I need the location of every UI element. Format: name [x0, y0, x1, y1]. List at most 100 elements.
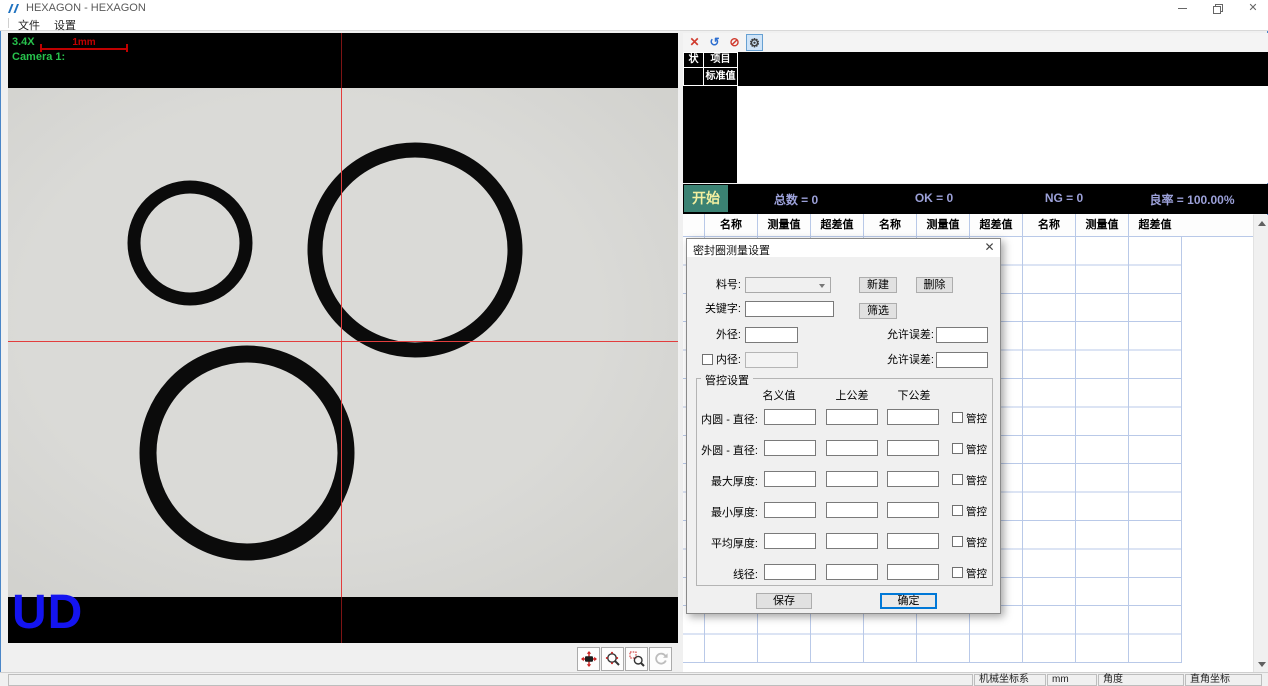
nominal-input[interactable]	[764, 533, 816, 549]
upper-tol-col-header: 上公差	[822, 387, 882, 403]
lower-tolerance-input[interactable]	[887, 502, 939, 518]
standards-status-header: 状态	[683, 52, 704, 68]
results-col-header: 测量值	[916, 214, 969, 237]
lower-tolerance-input[interactable]	[887, 471, 939, 487]
tolerance-row: 外圆 - 直径: 管控	[696, 440, 993, 458]
maximize-button[interactable]	[1203, 1, 1233, 15]
lower-tolerance-input[interactable]	[887, 440, 939, 456]
nominal-input[interactable]	[764, 502, 816, 518]
ng-count-stat: NG = 0	[1045, 191, 1083, 205]
camera-toolbar	[576, 647, 672, 672]
control-checkbox-label: 管控	[966, 535, 987, 550]
tolerance-row-label: 外圆 - 直径:	[696, 442, 758, 458]
close-icon[interactable]: ✕	[686, 34, 703, 51]
delete-button[interactable]: 删除	[916, 277, 953, 293]
seal-measure-settings-dialog: 密封圈测量设置 ✕ 料号: 新建 删除 关键字: 筛选 外径: 允许误差: 内径…	[686, 238, 1001, 614]
control-checkbox-label: 管控	[966, 442, 987, 457]
measured-rings	[8, 33, 678, 643]
run-bar: 开始 总数 = 0 OK = 0 NG = 0 良率 = 100.00%	[683, 184, 1268, 214]
inner-tolerance-input[interactable]	[936, 352, 988, 368]
nominal-input[interactable]	[764, 564, 816, 580]
results-col-header: 名称	[704, 214, 757, 237]
status-rect-coords: 直角坐标	[1185, 674, 1262, 686]
zoom-fit-icon	[605, 651, 621, 667]
refresh-view-button[interactable]	[649, 647, 672, 671]
magnification-label: 3.4X	[12, 36, 35, 48]
results-col-header: 测量值	[1075, 214, 1128, 237]
crosshair-vertical	[341, 597, 342, 643]
start-button[interactable]: 开始	[684, 185, 728, 212]
status-bar: 机械坐标系 mm 角度 直角坐标	[0, 672, 1268, 686]
nominal-input[interactable]	[764, 471, 816, 487]
status-panel-empty	[8, 674, 973, 686]
save-button[interactable]: 保存	[756, 593, 812, 609]
zoom-fit-button[interactable]	[601, 647, 624, 671]
outer-diameter-input[interactable]	[745, 327, 798, 343]
control-checkbox[interactable]	[952, 567, 963, 578]
tolerance-row: 线径:管控	[696, 564, 993, 582]
new-button[interactable]: 新建	[859, 277, 897, 293]
keyword-input[interactable]	[745, 301, 834, 317]
ok-count-stat: OK = 0	[915, 191, 953, 205]
results-scrollbar[interactable]	[1253, 215, 1268, 672]
upper-tolerance-input[interactable]	[826, 564, 878, 580]
control-checkbox[interactable]	[952, 536, 963, 547]
dialog-close-icon[interactable]: ✕	[982, 241, 997, 255]
menu-item-file[interactable]: 文件	[18, 19, 40, 34]
nominal-input[interactable]	[764, 440, 816, 456]
upper-tolerance-input[interactable]	[826, 471, 878, 487]
grid-line	[1022, 237, 1023, 663]
nominal-input[interactable]	[764, 409, 816, 425]
lower-tolerance-input[interactable]	[887, 533, 939, 549]
ring	[134, 187, 246, 299]
stop-icon[interactable]: ⊘	[726, 34, 743, 51]
upper-tolerance-input[interactable]	[826, 533, 878, 549]
close-window-button[interactable]: ✕	[1238, 1, 1268, 15]
minimize-button[interactable]	[1167, 1, 1197, 15]
lower-tolerance-input[interactable]	[887, 409, 939, 425]
dialog-title-bar: 密封圈测量设置 ✕	[687, 239, 1000, 257]
upper-tolerance-input[interactable]	[826, 502, 878, 518]
menu-item-settings[interactable]: 设置	[54, 19, 76, 34]
tolerance-row-label: 最大厚度:	[696, 473, 758, 489]
hexagon-logo-icon	[7, 3, 21, 14]
zoom-region-button[interactable]	[625, 647, 648, 671]
outer-tolerance-input[interactable]	[936, 327, 988, 343]
gear-icon[interactable]: ⚙	[746, 34, 763, 51]
upper-tolerance-input[interactable]	[826, 409, 878, 425]
inner-diameter-input	[745, 352, 798, 368]
status-angle: 角度	[1098, 674, 1184, 686]
tolerance-row-label: 线径:	[696, 566, 758, 582]
tolerance-row: 内圆 - 直径:管控	[696, 409, 993, 427]
part-no-label: 料号:	[687, 277, 741, 293]
results-col-header: 超差值	[810, 214, 863, 237]
control-checkbox[interactable]	[952, 474, 963, 485]
filter-button[interactable]: 筛选	[859, 303, 897, 319]
zoom-region-icon	[629, 651, 645, 667]
tolerance-row: 最小厚度:管控	[696, 502, 993, 520]
menu-bar: 文件设置	[0, 16, 1268, 31]
grid-line	[1128, 237, 1129, 663]
undo-icon[interactable]: ↺	[706, 34, 723, 51]
crosshair-horizontal	[8, 341, 678, 342]
control-checkbox[interactable]	[952, 412, 963, 423]
camera-name-label: Camera 1:	[12, 51, 65, 63]
ok-button[interactable]: 确定	[880, 593, 937, 609]
dialog-title: 密封圈测量设置	[693, 242, 770, 258]
tolerance-row: 最大厚度:管控	[696, 471, 993, 489]
scroll-down-button[interactable]	[1254, 656, 1268, 672]
chevron-down-icon	[819, 284, 825, 288]
lower-tolerance-input[interactable]	[887, 564, 939, 580]
stage-center-icon	[581, 651, 597, 667]
part-no-combobox[interactable]	[745, 277, 831, 293]
status-coordinate-system: 机械坐标系	[974, 674, 1046, 686]
crosshair-vertical	[341, 33, 342, 88]
stage-center-button[interactable]	[577, 647, 600, 671]
scroll-up-button[interactable]	[1254, 215, 1268, 231]
upper-tolerance-input[interactable]	[826, 440, 878, 456]
control-checkbox[interactable]	[952, 505, 963, 516]
refresh-icon	[653, 651, 669, 667]
tolerance-row-label: 平均厚度:	[696, 535, 758, 551]
control-checkbox[interactable]	[952, 443, 963, 454]
results-col-header: 测量值	[757, 214, 810, 237]
